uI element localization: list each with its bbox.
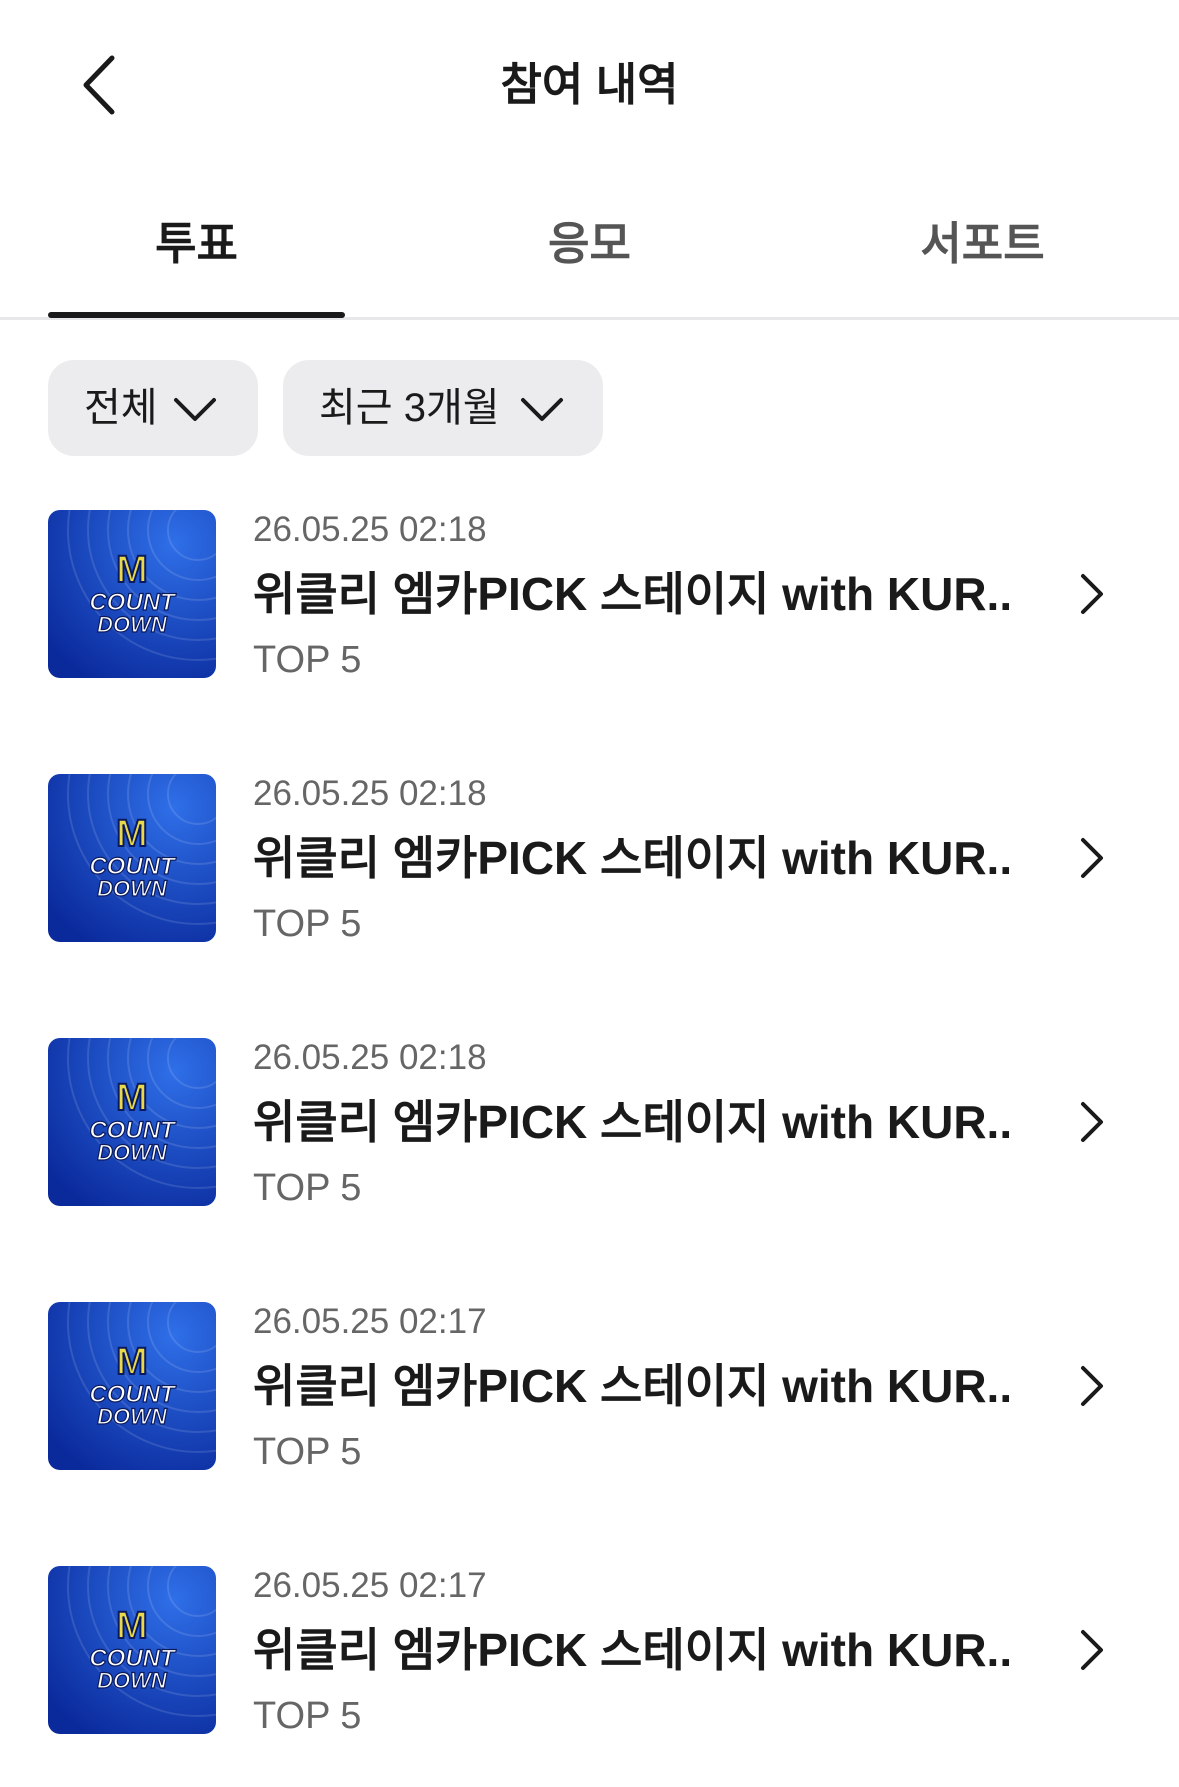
item-date: 26.05.25 02:18: [253, 510, 487, 549]
item-subtitle: TOP 5: [253, 639, 362, 681]
list-item[interactable]: M COUNT DOWN 26.05.25 02:18 위클리 엠카PICK 스…: [0, 774, 1179, 945]
list-item[interactable]: M COUNT DOWN 26.05.25 02:17 위클리 엠카PICK 스…: [0, 1302, 1179, 1473]
tab-entry[interactable]: 응모: [393, 170, 786, 318]
mcountdown-thumbnail: M COUNT DOWN: [48, 510, 216, 678]
filter-period-label: 최근 3개월: [319, 386, 500, 430]
chevron-right-icon: [1081, 1102, 1103, 1142]
item-title: 위클리 엠카PICK 스테이지 with KUR...: [253, 1624, 1013, 1676]
tab-bar: 투표 응모 서포트: [0, 170, 1179, 320]
chevron-down-icon: [174, 398, 216, 421]
page-title: 참여 내역: [500, 59, 679, 110]
mcountdown-thumbnail: M COUNT DOWN: [48, 1566, 216, 1734]
svg-text:M: M: [116, 813, 148, 855]
svg-text:DOWN: DOWN: [97, 1140, 168, 1165]
item-title: 위클리 엠카PICK 스테이지 with KUR...: [253, 1096, 1013, 1148]
mcountdown-thumbnail: M COUNT DOWN: [48, 1038, 216, 1206]
list-item[interactable]: M COUNT DOWN 26.05.25 02:18 위클리 엠카PICK 스…: [0, 510, 1179, 681]
item-date: 26.05.25 02:17: [253, 1302, 487, 1341]
chevron-right-icon: [1081, 1630, 1103, 1670]
active-tab-indicator: [48, 312, 345, 318]
chevron-down-icon: [521, 398, 563, 421]
item-date: 26.05.25 02:18: [253, 774, 487, 813]
item-subtitle: TOP 5: [253, 903, 362, 945]
item-title: 위클리 엠카PICK 스테이지 with KUR...: [253, 832, 1013, 884]
tab-support[interactable]: 서포트: [786, 170, 1179, 318]
header: 참여 내역: [0, 0, 1179, 170]
svg-text:M: M: [116, 1605, 148, 1647]
filter-type-dropdown[interactable]: 전체: [48, 360, 258, 456]
item-title: 위클리 엠카PICK 스테이지 with KUR...: [253, 1360, 1013, 1412]
svg-text:DOWN: DOWN: [97, 612, 168, 637]
svg-text:DOWN: DOWN: [97, 1668, 168, 1693]
filter-period-dropdown[interactable]: 최근 3개월: [283, 360, 603, 456]
item-title: 위클리 엠카PICK 스테이지 with KUR...: [253, 568, 1013, 620]
svg-text:M: M: [116, 1341, 148, 1383]
chevron-right-icon: [1081, 1366, 1103, 1406]
svg-text:DOWN: DOWN: [97, 1404, 168, 1429]
item-subtitle: TOP 5: [253, 1431, 362, 1473]
mcountdown-thumbnail: M COUNT DOWN: [48, 1302, 216, 1470]
item-subtitle: TOP 5: [253, 1167, 362, 1209]
list-item[interactable]: M COUNT DOWN 26.05.25 02:17 위클리 엠카PICK 스…: [0, 1566, 1179, 1737]
svg-text:DOWN: DOWN: [97, 876, 168, 901]
item-subtitle: TOP 5: [253, 1695, 362, 1737]
chevron-right-icon: [1081, 574, 1103, 614]
list-item[interactable]: M COUNT DOWN 26.05.25 02:18 위클리 엠카PICK 스…: [0, 1038, 1179, 1209]
mcountdown-thumbnail: M COUNT DOWN: [48, 774, 216, 942]
filter-type-label: 전체: [84, 386, 158, 430]
chevron-right-icon: [1081, 838, 1103, 878]
item-date: 26.05.25 02:17: [253, 1566, 487, 1605]
tab-vote[interactable]: 투표: [0, 170, 393, 318]
item-date: 26.05.25 02:18: [253, 1038, 487, 1077]
svg-text:M: M: [116, 549, 148, 591]
svg-text:M: M: [116, 1077, 148, 1119]
